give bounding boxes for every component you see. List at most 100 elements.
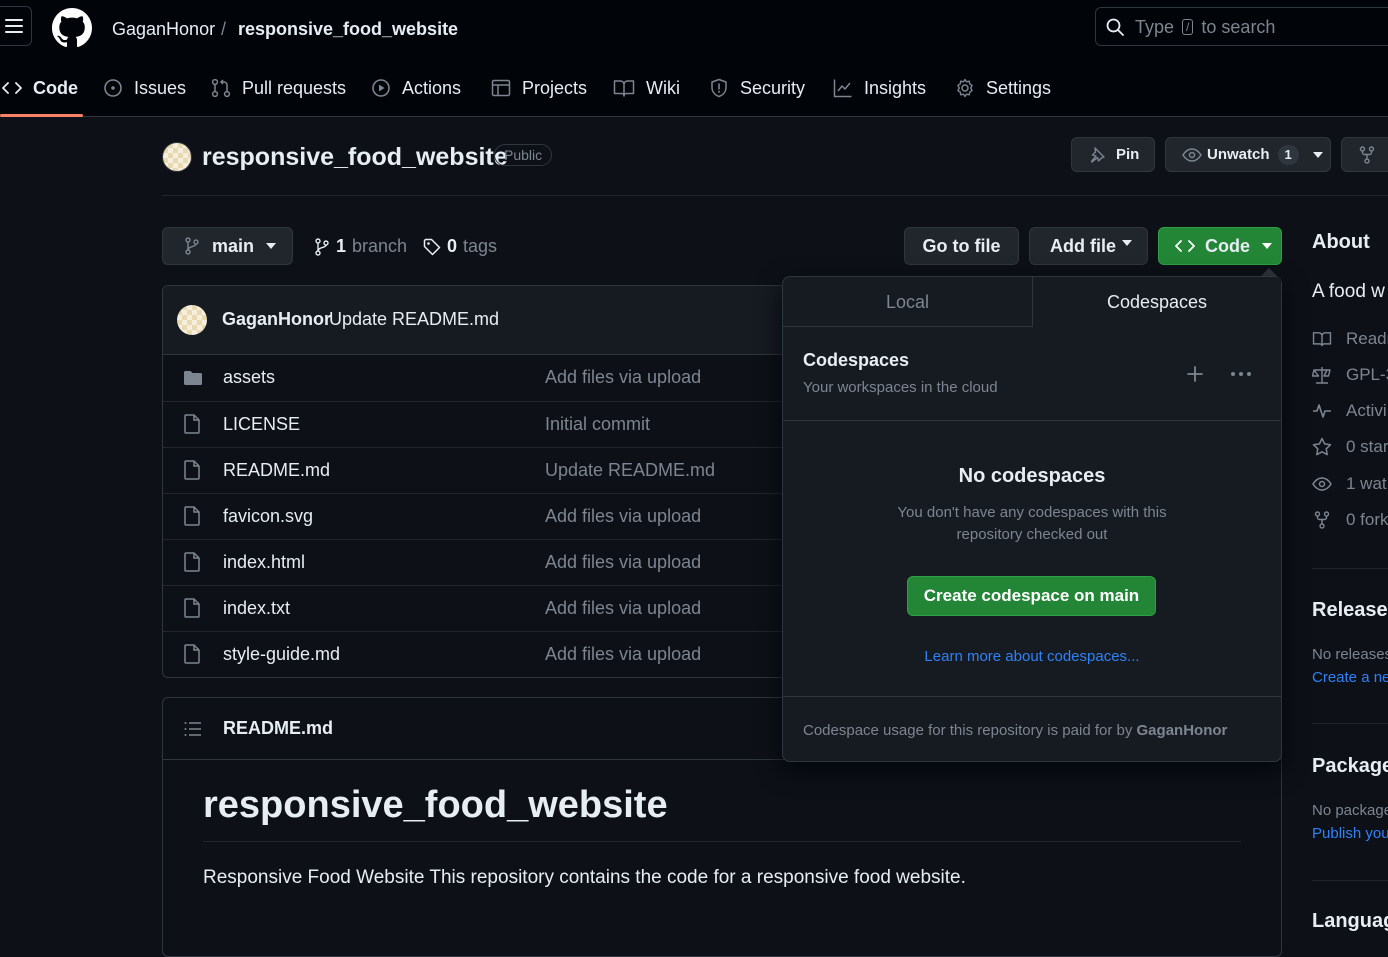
menu-button[interactable] [0, 6, 32, 46]
sidebar-divider [1312, 568, 1388, 569]
tab-label: Settings [986, 77, 1052, 98]
tab-wiki[interactable]: Wiki [613, 74, 680, 102]
license-label: GPL-3 [1346, 365, 1388, 384]
tab-code[interactable]: Code [2, 74, 78, 102]
branch-name: main [212, 235, 255, 256]
table-row[interactable]: README.md Update README.md [163, 447, 801, 493]
commit-message[interactable]: Update README.md [329, 309, 499, 330]
code-icon [2, 82, 22, 94]
watchers-link[interactable]: 1 wat [1312, 474, 1387, 494]
tab-label: Pull requests [242, 77, 347, 98]
branch-icon [315, 237, 329, 256]
watch-count: 1 [1277, 144, 1299, 165]
tab-actions[interactable]: Actions [371, 74, 461, 102]
fork-button[interactable] [1341, 137, 1388, 172]
table-row[interactable]: LICENSE Initial commit [163, 401, 801, 447]
search-placeholder-prefix: Type [1135, 17, 1175, 37]
license-link[interactable]: GPL-3 [1312, 365, 1388, 385]
add-file-button[interactable]: Add file [1029, 227, 1148, 265]
learn-more-link[interactable]: Learn more about codespaces... [783, 648, 1281, 665]
file-name[interactable]: assets [223, 367, 275, 388]
add-file-label: Add file [1050, 235, 1116, 256]
commit-message[interactable]: Add files via upload [545, 552, 701, 573]
empty-state-title: No codespaces [958, 465, 1106, 487]
packages-heading[interactable]: Package [1312, 755, 1388, 778]
breadcrumb-repo[interactable]: responsive_food_website [238, 18, 458, 40]
file-name[interactable]: favicon.svg [223, 506, 313, 527]
tab-local[interactable]: Local [783, 277, 1033, 327]
tab-projects[interactable]: Projects [491, 74, 587, 102]
stars-link[interactable]: 0 star [1312, 437, 1388, 457]
commit-avatar[interactable] [177, 305, 207, 335]
fork-icon [1314, 511, 1330, 529]
table-row[interactable]: index.html Add files via upload [163, 539, 801, 585]
commit-message[interactable]: Update README.md [545, 460, 715, 481]
tab-issues[interactable]: Issues [103, 74, 186, 102]
github-logo-icon[interactable] [52, 8, 92, 48]
visibility-badge: Public [494, 144, 553, 166]
tag-count: 0 [447, 236, 458, 256]
plus-icon[interactable] [1187, 366, 1203, 382]
more-options-icon[interactable] [1230, 371, 1252, 377]
codespaces-section-subtitle: Your workspaces in the cloud [803, 379, 998, 396]
list-icon[interactable] [184, 721, 202, 737]
commit-author[interactable]: GaganHonor [222, 309, 331, 330]
readme-link[interactable]: Readr [1312, 329, 1388, 349]
create-codespace-label: Create codespace on main [923, 586, 1140, 605]
codespaces-section-title: Codespaces [803, 350, 910, 370]
publish-package-link[interactable]: Publish you [1312, 825, 1388, 842]
releases-text: No releases [1312, 646, 1388, 663]
forks-link[interactable]: 0 fork [1312, 510, 1388, 530]
footer-text: Codespace usage for this repository is p… [803, 722, 1133, 739]
commit-message[interactable]: Add files via upload [545, 644, 701, 665]
go-to-file-label: Go to file [922, 235, 1001, 256]
tab-pull-requests[interactable]: Pull requests [211, 74, 346, 102]
pull-request-icon [211, 78, 231, 98]
releases-heading[interactable]: Releases [1312, 599, 1388, 622]
activity-link[interactable]: Activi [1312, 401, 1387, 421]
gear-icon [957, 78, 973, 98]
code-button[interactable]: Code [1158, 227, 1282, 265]
repo-title[interactable]: responsive_food_website [202, 143, 508, 172]
tab-settings[interactable]: Settings [955, 74, 1051, 102]
tab-insights[interactable]: Insights [833, 74, 926, 102]
file-name[interactable]: index.html [223, 552, 305, 573]
breadcrumb-owner[interactable]: GaganHonor [112, 18, 215, 40]
tab-local-label: Local [885, 291, 930, 312]
tab-label: Security [740, 77, 806, 98]
file-name[interactable]: index.txt [223, 598, 290, 619]
branches-link[interactable]: 1 branch [314, 236, 407, 257]
table-row[interactable]: favicon.svg Add files via upload [163, 493, 801, 539]
commit-message[interactable]: Add files via upload [545, 506, 701, 527]
create-release-link[interactable]: Create a ne [1312, 669, 1388, 686]
commit-message[interactable]: Add files via upload [545, 598, 701, 619]
branch-select[interactable]: main [162, 227, 293, 265]
file-name[interactable]: LICENSE [223, 414, 300, 435]
tab-security[interactable]: Security [709, 74, 805, 102]
table-row[interactable]: index.txt Add files via upload [163, 585, 801, 631]
pin-button[interactable]: Pin [1071, 137, 1155, 172]
tab-codespaces[interactable]: Codespaces [1033, 277, 1281, 328]
create-codespace-button[interactable]: Create codespace on main [907, 576, 1156, 616]
file-name[interactable]: style-guide.md [223, 644, 340, 665]
readme-filename[interactable]: README.md [223, 718, 333, 739]
avatar[interactable] [162, 142, 192, 172]
eye-icon [1312, 477, 1332, 491]
forks-label: 0 fork [1346, 510, 1388, 529]
go-to-file-button[interactable]: Go to file [904, 227, 1019, 265]
file-name[interactable]: README.md [223, 460, 330, 481]
commit-message[interactable]: Add files via upload [545, 367, 701, 388]
unwatch-button[interactable]: Unwatch 1 [1165, 137, 1331, 172]
file-icon [183, 644, 201, 664]
languages-heading: Languag [1312, 910, 1388, 932]
table-row[interactable]: style-guide.md Add files via upload [163, 631, 801, 677]
pin-icon [1090, 146, 1105, 163]
tab-codespaces-label: Codespaces [1106, 292, 1208, 312]
tags-link[interactable]: 0 tags [423, 236, 497, 257]
law-icon [1312, 367, 1331, 384]
commit-message[interactable]: Initial commit [545, 414, 650, 435]
active-tab-indicator [0, 114, 83, 117]
file-icon [183, 460, 201, 480]
search-input[interactable]: Type / to search [1095, 7, 1388, 46]
table-row[interactable]: assets Add files via upload [163, 355, 801, 401]
